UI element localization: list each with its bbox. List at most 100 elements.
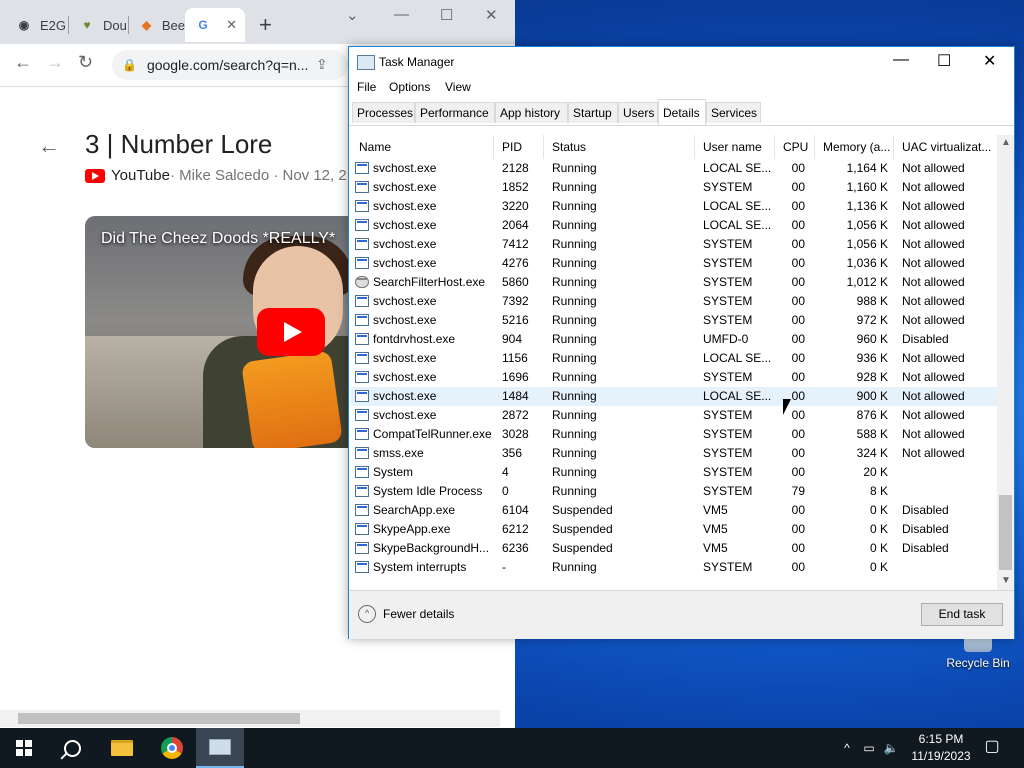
address-bar[interactable]: 🔒 google.com/search?q=n... xyxy=(112,50,348,80)
table-row[interactable]: svchost.exe 3220 Running LOCAL SE... 00 1,136… xyxy=(351,197,997,216)
scroll-up-icon[interactable]: ▲ xyxy=(1001,137,1011,148)
table-row[interactable]: fontdrvhost.exe 904 Running UMFD-0 00 960 K Di… xyxy=(351,330,997,349)
fewer-details-link[interactable]: Fewer details xyxy=(383,607,454,621)
column-header-name[interactable]: Name xyxy=(351,135,494,159)
table-row[interactable]: svchost.exe 2128 Running LOCAL SE... 00 1,164… xyxy=(351,159,997,178)
recycle-bin-shortcut[interactable]: Recycle Bin xyxy=(936,636,1020,670)
close-window-icon[interactable]: ✕ xyxy=(983,51,996,71)
forward-button[interactable]: → xyxy=(46,52,64,73)
table-row[interactable]: svchost.exe 5216 Running SYSTEM 00 972 K Not a… xyxy=(351,311,997,330)
browser-tab-dou[interactable]: ♥ Dou xyxy=(69,8,129,42)
notification-icon[interactable]: ▢ xyxy=(980,736,1004,760)
cell-status: Running xyxy=(552,275,597,289)
table-row[interactable]: svchost.exe 1156 Running LOCAL SE... 00 936 K… xyxy=(351,349,997,368)
table-row[interactable]: SkypeBackgroundH... 6236 Suspended VM5 00 0 K… xyxy=(351,539,997,558)
table-row[interactable]: svchost.exe 7412 Running SYSTEM 00 1,056 K Not… xyxy=(351,235,997,254)
table-row[interactable]: System interrupts - Running SYSTEM 00 0 K xyxy=(351,558,997,577)
cell-status: Running xyxy=(552,389,597,403)
back-arrow-icon[interactable]: ← xyxy=(38,133,60,159)
tab-users[interactable]: Users xyxy=(618,102,658,123)
process-icon xyxy=(355,314,369,326)
maximize-icon[interactable]: ☐ xyxy=(440,6,453,24)
table-row[interactable]: SkypeApp.exe 6212 Suspended VM5 00 0 K Disable… xyxy=(351,520,997,539)
table-row[interactable]: SearchFilterHost.exe 5860 Running SYSTEM 00 1… xyxy=(351,273,997,292)
column-header-cpu[interactable]: CPU xyxy=(775,135,815,159)
cell-mem: 900 K xyxy=(856,389,888,403)
reload-button[interactable]: ↻ xyxy=(78,52,93,73)
tab-startup[interactable]: Startup xyxy=(568,102,618,123)
table-row[interactable]: svchost.exe 1484 Running LOCAL SE... 00 900 K… xyxy=(351,387,997,406)
chevron-up-icon[interactable]: ^ xyxy=(836,741,858,755)
scrollbar-thumb[interactable] xyxy=(999,495,1012,570)
tab-search-icon[interactable]: ⌄ xyxy=(346,6,359,24)
cell-uac: Disabled xyxy=(902,332,949,346)
network-icon[interactable]: ▭ xyxy=(858,741,880,755)
table-row[interactable]: svchost.exe 2064 Running LOCAL SE... 00 1,056… xyxy=(351,216,997,235)
menu-file[interactable]: File xyxy=(357,80,376,94)
tab-details[interactable]: Details xyxy=(658,99,706,125)
taskbar-search-button[interactable] xyxy=(48,728,96,768)
minimize-icon[interactable]: — xyxy=(893,51,909,69)
browser-tab-e2g[interactable]: ◉ E2G xyxy=(6,8,66,42)
back-button[interactable]: ← xyxy=(14,52,32,73)
tab-performance[interactable]: Performance xyxy=(415,102,495,123)
menu-options[interactable]: Options xyxy=(389,80,430,94)
cell-status: Running xyxy=(552,446,597,460)
minimize-icon[interactable]: — xyxy=(394,6,409,23)
task-manager-titlebar[interactable]: Task Manager — ☐ ✕ xyxy=(349,47,1014,77)
table-row[interactable]: svchost.exe 1852 Running SYSTEM 00 1,160 K Not… xyxy=(351,178,997,197)
table-row[interactable]: smss.exe 356 Running SYSTEM 00 324 K Not allow… xyxy=(351,444,997,463)
table-row[interactable]: svchost.exe 7392 Running SYSTEM 00 988 K Not a… xyxy=(351,292,997,311)
taskbar-task-manager[interactable] xyxy=(196,728,244,768)
table-row[interactable]: svchost.exe 4276 Running SYSTEM 00 1,036 K Not… xyxy=(351,254,997,273)
new-tab-button[interactable]: + xyxy=(259,12,272,38)
browser-tab-google[interactable]: G ✕ xyxy=(185,8,245,42)
column-header-pid[interactable]: PID xyxy=(494,135,544,159)
taskbar-file-explorer[interactable] xyxy=(98,728,146,768)
tab-app-history[interactable]: App history xyxy=(495,102,568,123)
play-button-icon[interactable] xyxy=(257,308,325,356)
table-row[interactable]: SearchApp.exe 6104 Suspended VM5 00 0 K Disabl… xyxy=(351,501,997,520)
page-horizontal-scrollbar[interactable] xyxy=(0,710,500,727)
lock-icon[interactable]: 🔒 xyxy=(122,58,137,72)
start-button[interactable] xyxy=(0,728,48,768)
scroll-down-icon[interactable]: ▼ xyxy=(1001,575,1011,586)
cell-status: Running xyxy=(552,465,597,479)
column-header-memory[interactable]: Memory (a... xyxy=(815,135,894,159)
table-row[interactable]: System 4 Running SYSTEM 00 20 K xyxy=(351,463,997,482)
table-row[interactable]: System Idle Process 0 Running SYSTEM 79 8 K xyxy=(351,482,997,501)
maximize-icon[interactable]: ☐ xyxy=(937,51,951,71)
taskbar-chrome[interactable] xyxy=(148,728,196,768)
table-vertical-scrollbar[interactable]: ▲ ▼ xyxy=(997,135,1014,590)
menu-view[interactable]: View xyxy=(445,80,471,94)
share-icon[interactable]: ⇪ xyxy=(316,56,328,73)
cell-status: Running xyxy=(552,370,597,384)
cell-mem: 928 K xyxy=(856,370,888,384)
cell-status: Running xyxy=(552,408,597,422)
process-icon xyxy=(355,447,369,459)
close-tab-icon[interactable]: ✕ xyxy=(226,17,237,33)
end-task-button[interactable]: End task xyxy=(921,603,1003,626)
table-header: Name PID Status User name CPU Memory (a.… xyxy=(351,135,997,159)
cell-name: smss.exe xyxy=(373,446,424,460)
video-title[interactable]: 3 | Number Lore xyxy=(85,129,272,160)
column-header-uac[interactable]: UAC virtualizat... xyxy=(894,135,997,159)
cell-mem: 0 K xyxy=(869,522,888,536)
cell-pid: 356 xyxy=(502,446,523,460)
scrollbar-thumb[interactable] xyxy=(18,713,300,724)
cell-pid: 6212 xyxy=(502,522,529,536)
volume-muted-icon[interactable]: 🔈 xyxy=(880,741,902,755)
column-header-status[interactable]: Status xyxy=(544,135,695,159)
taskbar-clock[interactable]: 6:15 PM 11/19/2023 xyxy=(906,731,976,765)
table-row[interactable]: CompatTelRunner.exe 3028 Running SYSTEM 00 58… xyxy=(351,425,997,444)
close-window-icon[interactable]: ✕ xyxy=(485,6,498,24)
cell-mem: 1,164 K xyxy=(846,161,888,175)
browser-tab-bee[interactable]: ◆ Bee xyxy=(129,8,185,42)
column-header-user[interactable]: User name xyxy=(695,135,775,159)
video-thumbnail[interactable]: Did The Cheez Doods *REALLY* xyxy=(85,216,385,448)
tab-processes[interactable]: Processes xyxy=(352,102,415,123)
table-row[interactable]: svchost.exe 2872 Running SYSTEM 00 876 K Not a… xyxy=(351,406,997,425)
table-row[interactable]: svchost.exe 1696 Running SYSTEM 00 928 K Not a… xyxy=(351,368,997,387)
chevron-up-icon[interactable]: ^ xyxy=(358,605,376,623)
tab-services[interactable]: Services xyxy=(706,102,761,123)
